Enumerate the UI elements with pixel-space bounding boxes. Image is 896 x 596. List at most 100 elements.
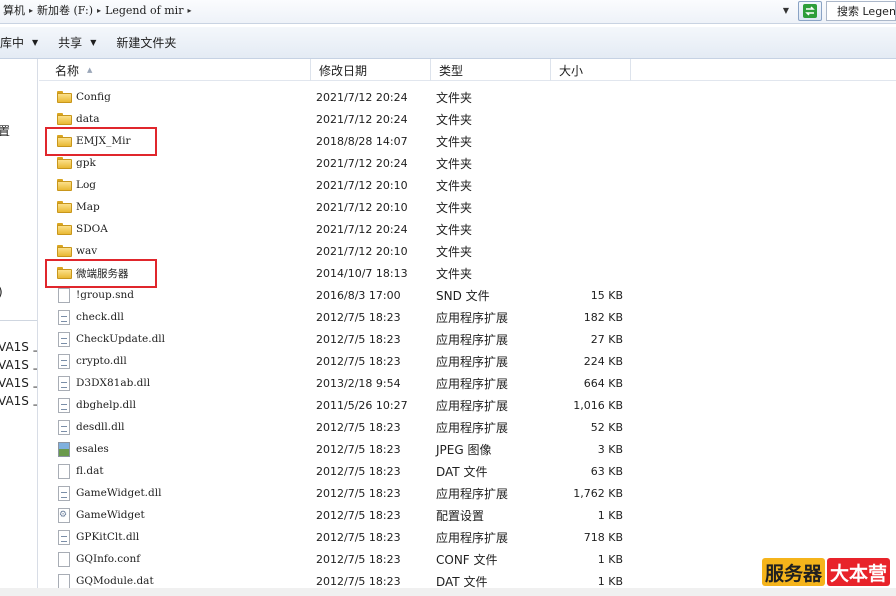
nav-item-network[interactable]: VA1S 上 bbox=[0, 392, 37, 409]
file-row[interactable]: Config 2021/7/12 20:24 文件夹 bbox=[39, 86, 896, 108]
file-row[interactable]: data 2021/7/12 20:24 文件夹 bbox=[39, 108, 896, 130]
file-type: 文件夹 bbox=[436, 134, 473, 149]
address-bar: 算机 ▸ 新加卷 (F:) ▸ Legend of mir ▸ ▼ 搜索 Leg… bbox=[0, 0, 896, 24]
file-row[interactable]: crypto.dll 2012/7/5 18:23 应用程序扩展 224 KB bbox=[39, 350, 896, 372]
navigation-pane[interactable]: 置 ) VA1S 上 VA1S 上 VA1S 上 VA1S 上 bbox=[0, 59, 38, 596]
nav-item-network[interactable]: VA1S 上 bbox=[0, 374, 37, 391]
breadcrumb-computer[interactable]: 算机 bbox=[0, 2, 28, 18]
chevron-right-icon[interactable]: ▸ bbox=[186, 6, 192, 15]
file-modified-date: 2012/7/5 18:23 bbox=[316, 486, 401, 500]
include-in-library-menu[interactable]: 库中 ▼ bbox=[0, 31, 46, 55]
file-type: 文件夹 bbox=[436, 244, 473, 259]
file-row[interactable]: CheckUpdate.dll 2012/7/5 18:23 应用程序扩展 27 KB bbox=[39, 328, 896, 350]
file-row[interactable]: Map 2021/7/12 20:10 文件夹 bbox=[39, 196, 896, 218]
file-type: 应用程序扩展 bbox=[436, 376, 509, 391]
file-row[interactable]: SDOA 2021/7/12 20:24 文件夹 bbox=[39, 218, 896, 240]
breadcrumb-drive[interactable]: 新加卷 (F:) bbox=[34, 2, 96, 18]
file-size bbox=[559, 240, 623, 262]
file-type: 应用程序扩展 bbox=[436, 530, 509, 545]
file-size: 52 KB bbox=[590, 420, 623, 434]
file-modified-date: 2016/8/3 17:00 bbox=[316, 288, 401, 302]
file-name: GQInfo.conf bbox=[76, 553, 141, 565]
file-row[interactable]: fl.dat 2012/7/5 18:23 DAT 文件 63 KB bbox=[39, 460, 896, 482]
file-size: 63 KB bbox=[590, 464, 623, 478]
nav-item-network[interactable]: VA1S 上 bbox=[0, 338, 37, 355]
file-modified-date: 2021/7/12 20:10 bbox=[316, 200, 408, 214]
nav-item[interactable]: ) bbox=[0, 285, 3, 299]
file-row[interactable]: GameWidget 2012/7/5 18:23 配置设置 1 KB bbox=[39, 504, 896, 526]
breadcrumb-folder[interactable]: Legend of mir bbox=[102, 4, 186, 17]
column-header-name[interactable]: 名称 ▲ bbox=[39, 59, 311, 81]
file-modified-date: 2021/7/12 20:24 bbox=[316, 90, 408, 104]
dll-file-icon bbox=[56, 482, 72, 504]
folder-icon bbox=[56, 86, 72, 108]
file-type: 文件夹 bbox=[436, 200, 473, 215]
search-placeholder: 搜索 Legend bbox=[837, 5, 896, 18]
breadcrumb[interactable]: 算机 ▸ 新加卷 (F:) ▸ Legend of mir ▸ bbox=[0, 0, 790, 20]
share-menu[interactable]: 共享 ▼ bbox=[50, 31, 104, 55]
file-row[interactable]: esales 2012/7/5 18:23 JPEG 图像 3 KB bbox=[39, 438, 896, 460]
file-type: 应用程序扩展 bbox=[436, 310, 509, 325]
file-name: GPKitClt.dll bbox=[76, 531, 140, 543]
file-row[interactable]: EMJX_Mir 2018/8/28 14:07 文件夹 bbox=[39, 130, 896, 152]
file-type: 应用程序扩展 bbox=[436, 332, 509, 347]
file-row[interactable]: desdll.dll 2012/7/5 18:23 应用程序扩展 52 KB bbox=[39, 416, 896, 438]
column-header-size[interactable]: 大小 bbox=[551, 59, 631, 81]
nav-item[interactable]: 置 bbox=[0, 122, 10, 139]
file-row[interactable]: Log 2021/7/12 20:10 文件夹 bbox=[39, 174, 896, 196]
file-row[interactable]: wav 2021/7/12 20:10 文件夹 bbox=[39, 240, 896, 262]
file-row[interactable]: GameWidget.dll 2012/7/5 18:23 应用程序扩展 1,762 … bbox=[39, 482, 896, 504]
file-row[interactable]: D3DX81ab.dll 2013/2/18 9:54 应用程序扩展 664 KB bbox=[39, 372, 896, 394]
file-row[interactable]: 微端服务器 2014/10/7 18:13 文件夹 bbox=[39, 262, 896, 284]
file-modified-date: 2012/7/5 18:23 bbox=[316, 332, 401, 346]
file-size: 1,762 KB bbox=[573, 486, 623, 500]
column-header-row: 名称 ▲ 修改日期 类型 大小 bbox=[39, 59, 896, 81]
search-input[interactable]: 搜索 Legend bbox=[826, 1, 896, 21]
file-name: dbghelp.dll bbox=[76, 399, 136, 411]
file-type: 应用程序扩展 bbox=[436, 354, 509, 369]
file-size bbox=[559, 152, 623, 174]
file-size: 224 KB bbox=[583, 354, 623, 368]
dll-file-icon bbox=[56, 416, 72, 438]
file-modified-date: 2012/7/5 18:23 bbox=[316, 552, 401, 566]
file-modified-date: 2012/7/5 18:23 bbox=[316, 530, 401, 544]
horizontal-scrollbar[interactable] bbox=[0, 588, 896, 596]
file-row[interactable]: check.dll 2012/7/5 18:23 应用程序扩展 182 KB bbox=[39, 306, 896, 328]
file-type: JPEG 图像 bbox=[436, 442, 492, 457]
nav-item-network[interactable]: VA1S 上 bbox=[0, 356, 37, 373]
image-file-icon bbox=[56, 438, 72, 460]
folder-icon bbox=[56, 174, 72, 196]
column-header-date[interactable]: 修改日期 bbox=[311, 59, 431, 81]
config-file-icon bbox=[56, 504, 72, 526]
file-row[interactable]: gpk 2021/7/12 20:24 文件夹 bbox=[39, 152, 896, 174]
chevron-down-icon: ▼ bbox=[90, 38, 97, 47]
file-type: 应用程序扩展 bbox=[436, 420, 509, 435]
refresh-button[interactable] bbox=[798, 1, 822, 21]
highlight-box bbox=[45, 127, 157, 156]
folder-icon bbox=[56, 196, 72, 218]
file-name: desdll.dll bbox=[76, 421, 125, 433]
column-header-type-label: 类型 bbox=[439, 63, 464, 78]
refresh-icon bbox=[803, 4, 817, 18]
column-header-type[interactable]: 类型 bbox=[431, 59, 551, 81]
file-row[interactable]: dbghelp.dll 2011/5/26 10:27 应用程序扩展 1,016 KB bbox=[39, 394, 896, 416]
file-type: CONF 文件 bbox=[436, 552, 498, 567]
file-type: 文件夹 bbox=[436, 222, 473, 237]
address-history-dropdown[interactable]: ▼ bbox=[778, 2, 794, 18]
file-row[interactable]: !group.snd 2016/8/3 17:00 SND 文件 15 KB bbox=[39, 284, 896, 306]
dll-file-icon bbox=[56, 372, 72, 394]
file-modified-date: 2012/7/5 18:23 bbox=[316, 442, 401, 456]
dll-file-icon bbox=[56, 328, 72, 350]
file-icon bbox=[56, 460, 72, 482]
file-list[interactable]: Config 2021/7/12 20:24 文件夹 data 2021/7/12 20… bbox=[39, 82, 896, 596]
file-row[interactable]: GPKitClt.dll 2012/7/5 18:23 应用程序扩展 718 KB bbox=[39, 526, 896, 548]
file-name: Log bbox=[76, 179, 97, 191]
file-size bbox=[559, 196, 623, 218]
file-name: fl.dat bbox=[76, 465, 104, 477]
file-modified-date: 2011/5/26 10:27 bbox=[316, 398, 408, 412]
new-folder-button[interactable]: 新建文件夹 bbox=[108, 31, 184, 55]
file-name: CheckUpdate.dll bbox=[76, 333, 166, 345]
file-type: 文件夹 bbox=[436, 156, 473, 171]
file-modified-date: 2012/7/5 18:23 bbox=[316, 310, 401, 324]
file-size bbox=[559, 108, 623, 130]
